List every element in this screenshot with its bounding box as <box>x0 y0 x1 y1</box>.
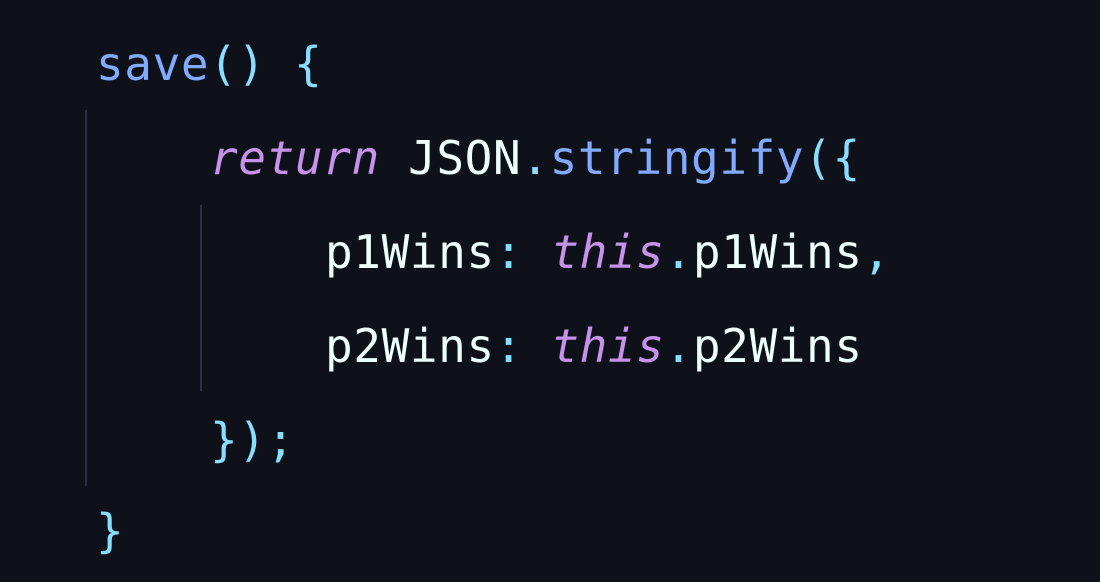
code-line-2: return JSON.stringify({ <box>210 135 861 181</box>
close-brace: } <box>96 504 125 558</box>
json-object: JSON <box>408 131 522 185</box>
code-line-4: p2Wins: this.p2Wins <box>325 323 863 369</box>
this-keyword: this <box>551 225 665 279</box>
parens: () <box>209 37 266 91</box>
this-keyword: this <box>551 319 665 373</box>
comma: , <box>862 225 891 279</box>
dot: . <box>521 131 550 185</box>
indent-guide-outer <box>85 110 87 486</box>
code-line-1: save() { <box>96 41 322 87</box>
dot: . <box>664 225 693 279</box>
property: p1Wins <box>692 225 863 279</box>
colon: : <box>494 319 524 373</box>
object-key: p2Wins <box>325 319 495 373</box>
code-line-3: p1Wins: this.p1Wins, <box>325 229 891 275</box>
return-keyword: return <box>210 131 380 185</box>
code-line-5: }); <box>210 417 295 463</box>
paren-brace: ({ <box>804 131 861 185</box>
method-name: save <box>96 37 210 91</box>
property: p2Wins <box>692 319 863 373</box>
indent-guide-inner <box>200 205 202 391</box>
object-key: p1Wins <box>325 225 495 279</box>
code-line-6: } <box>96 508 124 554</box>
colon: : <box>494 225 524 279</box>
close-paren-brace: }); <box>210 413 295 467</box>
code-editor: save() { return JSON.stringify({ p1Wins:… <box>0 0 1100 582</box>
dot: . <box>664 319 693 373</box>
open-brace: { <box>294 37 323 91</box>
stringify-method: stringify <box>549 131 805 185</box>
